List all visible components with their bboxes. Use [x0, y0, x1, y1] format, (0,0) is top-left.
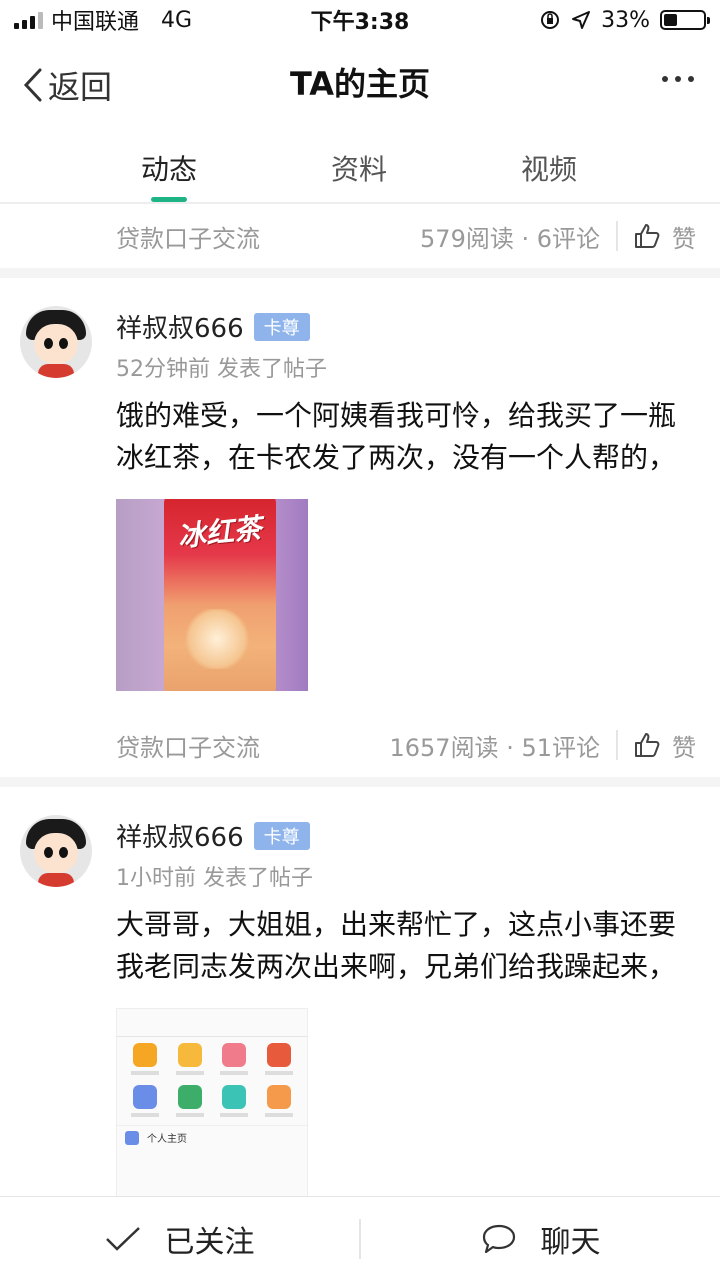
post-stats: 1657阅读 · 51评论: [389, 733, 600, 762]
thumbs-up-icon: [635, 733, 660, 757]
post-card[interactable]: 祥叔叔666 卡尊 1小时前 发表了帖子 大哥哥，大姐姐，出来帮忙了，这点小事还…: [0, 787, 720, 1196]
signal-icon: [14, 11, 43, 29]
navigation-bar: 返回 TA的主页: [0, 40, 720, 124]
bottom-action-bar: 已关注 聊天: [0, 1196, 720, 1280]
network-type: 4G: [161, 7, 193, 33]
divider: [616, 730, 618, 760]
chat-button[interactable]: 聊天: [361, 1217, 720, 1261]
location-icon: [572, 11, 591, 29]
chevron-left-icon: [23, 68, 42, 102]
tea-graphic: [182, 609, 252, 669]
post-time: 52分钟前 发表了帖子: [116, 357, 327, 382]
like-button[interactable]: 赞: [634, 219, 696, 254]
chat-label: 聊天: [540, 1224, 601, 1260]
like-button[interactable]: 赞: [634, 728, 696, 763]
like-label: 赞: [672, 733, 696, 762]
username[interactable]: 祥叔叔666: [116, 817, 244, 854]
screenshot-header: [117, 1009, 307, 1037]
rank-badge: 卡尊: [253, 821, 310, 850]
post-content[interactable]: 大哥哥，大姐姐，出来帮忙了，这点小事还要我老同志发两次出来啊，兄弟们给我躁起来，: [116, 904, 696, 988]
chat-bubble-icon: [482, 1224, 515, 1253]
topic-link[interactable]: 贷款口子交流: [116, 219, 420, 254]
avatar[interactable]: [20, 815, 92, 887]
topic-link[interactable]: 贷款口子交流: [116, 728, 389, 763]
more-dots-icon[interactable]: [662, 76, 694, 82]
avatar[interactable]: [20, 306, 92, 378]
tab-profile-info[interactable]: 资料: [264, 124, 454, 202]
profile-tabs: 动态 资料 视频: [0, 124, 720, 204]
tab-dynamic[interactable]: 动态: [74, 124, 264, 202]
bottle-label: 冰红茶: [176, 511, 264, 554]
like-label: 赞: [672, 224, 696, 253]
battery-icon: [660, 10, 710, 30]
post-content[interactable]: 饿的难受，一个阿姨看我可怜，给我买了一瓶冰红茶，在卡农发了两次，没有一个人帮的，: [116, 395, 696, 479]
back-button[interactable]: 返回: [22, 62, 112, 108]
post-image[interactable]: 个人主页: [116, 1008, 308, 1196]
post-card[interactable]: 祥叔叔666 卡尊 52分钟前 发表了帖子 饿的难受，一个阿姨看我可怜，给我买了…: [0, 278, 720, 691]
follow-button[interactable]: 已关注: [0, 1217, 359, 1261]
battery-percent: 33%: [601, 7, 650, 33]
carrier-name: 中国联通: [51, 10, 140, 35]
rank-badge: 卡尊: [253, 312, 310, 341]
post-stats: 579阅读 · 6评论: [420, 224, 600, 253]
post-meta-row: 贷款口子交流 579阅读 · 6评论 赞: [0, 204, 720, 278]
check-icon: [105, 1226, 140, 1251]
divider: [616, 221, 618, 251]
status-time: 下午3:38: [310, 10, 410, 35]
screenshot-row-label: 个人主页: [147, 1134, 187, 1145]
follow-label: 已关注: [164, 1224, 255, 1260]
post-image[interactable]: 冰红茶: [116, 499, 308, 691]
tab-videos[interactable]: 视频: [454, 124, 644, 202]
status-bar: 中国联通 4G 下午3:38 33%: [0, 0, 720, 40]
post-meta-row: 贷款口子交流 1657阅读 · 51评论 赞: [0, 713, 720, 787]
orientation-lock-icon: [541, 11, 560, 29]
username[interactable]: 祥叔叔666: [116, 308, 244, 345]
thumbs-up-icon: [635, 224, 660, 248]
feed-list[interactable]: 贷款口子交流 579阅读 · 6评论 赞 祥叔叔666 卡尊 52分钟前 发表了…: [0, 204, 720, 1196]
post-time: 1小时前 发表了帖子: [116, 866, 313, 891]
back-label: 返回: [48, 68, 113, 106]
